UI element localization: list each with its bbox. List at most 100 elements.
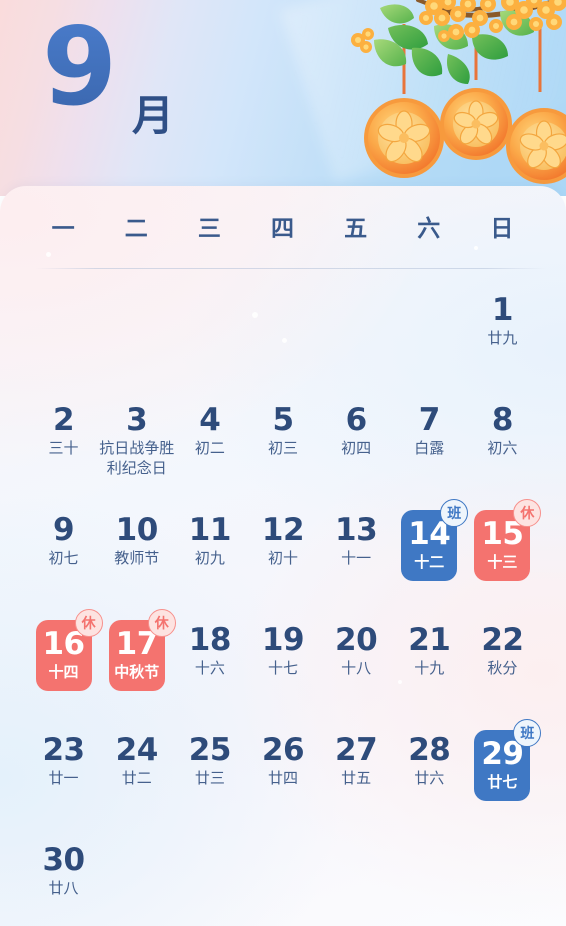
day-cell[interactable]: 3 抗日战争胜利纪念日 [99,392,174,502]
day-pill-14[interactable]: 14 十二班 [401,499,469,582]
day-lunar-label: 十四 [48,664,79,682]
day-number: 10 [115,512,159,548]
day-lunar-label: 初七 [48,550,79,568]
day-number: 2 [53,402,75,438]
weekday-label-4: 五 [344,215,369,241]
day-cell[interactable]: 11 初九 [173,502,246,612]
day-cell[interactable]: 19 十七 [246,612,319,722]
day-pill-29[interactable]: 29 廿七班 [474,719,542,802]
day-pill-8[interactable]: 8 初六 [474,400,530,463]
day-cell[interactable]: 1 廿九 [466,282,539,392]
day-cell[interactable]: 18 十六 [173,612,246,722]
day-cell[interactable]: 7 白露 [393,392,466,502]
day-pill-24[interactable]: 24 廿二 [109,730,165,793]
day-lunar-label: 教师节 [114,550,160,568]
day-lunar-label: 廿八 [48,880,79,898]
day-number: 3 [126,402,148,438]
weekday-label-6: 日 [490,215,515,241]
weekday-label-5: 六 [417,215,442,241]
day-cell[interactable]: 5 初三 [246,392,319,502]
day-lunar-label: 廿五 [341,770,372,788]
day-pill-17[interactable]: 17 中秋节休 [108,609,176,692]
day-number: 11 [188,512,232,548]
day-pill-22[interactable]: 22 秋分 [474,620,530,683]
day-pill-28[interactable]: 28 廿六 [401,730,457,793]
month-unit-label: 月 [132,92,175,139]
day-cell[interactable]: 8 初六 [466,392,539,502]
day-cell[interactable]: 14 十二班 [393,499,469,612]
day-lunar-label: 初三 [267,440,298,458]
rest-day-badge: 休 [147,609,176,637]
day-number: 8 [491,402,514,438]
work-day-badge: 班 [513,719,542,747]
day-cell[interactable]: 4 初二 [173,392,246,502]
day-pill-11[interactable]: 11 初九 [182,510,238,573]
header-divider [36,268,546,269]
day-cell[interactable]: 28 廿六 [393,722,466,832]
day-cell[interactable]: 24 廿二 [100,722,173,832]
day-cell[interactable]: 10 教师节 [100,502,173,612]
day-lunar-label: 初九 [194,550,225,568]
day-number: 23 [42,732,85,768]
day-pill-12[interactable]: 12 初十 [255,510,311,573]
day-cell[interactable]: 25 廿三 [173,722,246,832]
day-cell[interactable]: 16 十四休 [27,609,103,722]
work-day-badge: 班 [440,499,469,527]
day-lunar-label: 十八 [341,660,372,678]
day-lunar-label: 十一 [341,550,372,568]
day-lunar-label: 初四 [341,440,372,458]
day-lunar-label: 十七 [267,660,298,678]
day-pill-3[interactable]: 3 抗日战争胜利纪念日 [99,400,174,484]
day-cell[interactable]: 20 十八 [320,612,393,722]
day-pill-27[interactable]: 27 廿五 [328,730,384,793]
day-cell[interactable]: 21 十九 [393,612,466,722]
day-pill-10[interactable]: 10 教师节 [109,510,165,573]
day-pill-13[interactable]: 13 十一 [328,510,384,573]
weekday-header-row: 一二三四五六日 [0,186,566,266]
day-pill-19[interactable]: 19 十七 [255,620,311,683]
day-pill-16[interactable]: 16 十四休 [35,609,103,692]
weekday-label-3: 四 [270,215,295,241]
mooncake-osmanthus-icon [351,0,566,184]
day-pill-18[interactable]: 18 十六 [182,620,238,683]
day-pill-30[interactable]: 30 廿八 [36,840,92,903]
day-pill-5[interactable]: 5 初三 [255,400,311,463]
day-pill-26[interactable]: 26 廿四 [255,730,311,793]
day-lunar-label: 初六 [487,440,518,458]
day-cell[interactable]: 9 初七 [27,502,100,612]
day-number: 30 [42,842,85,878]
weekday-label-2: 三 [197,215,222,241]
day-number: 25 [188,732,232,768]
day-pill-23[interactable]: 23 廿一 [36,730,92,793]
day-cell[interactable]: 30 廿八 [27,832,100,926]
day-pill-25[interactable]: 25 廿三 [182,730,238,793]
day-number: 20 [335,622,378,658]
day-number: 5 [272,402,294,438]
day-cell[interactable]: 15 十三休 [466,499,542,612]
day-pill-6[interactable]: 6 初四 [328,400,384,463]
day-lunar-label: 初十 [267,550,298,568]
day-pill-7[interactable]: 7 白露 [401,400,457,463]
day-lunar-label: 初二 [194,440,225,458]
day-cell[interactable]: 29 廿七班 [466,719,542,832]
day-cell[interactable]: 13 十一 [320,502,393,612]
day-number: 12 [261,512,305,548]
calendar-card: 一 二 三 四 五 六 日 1 廿九 2 三十 3 抗日战争胜利纪念日 4 初二 5 初三 6 初四 7 白露 8 初六 9… [0,186,566,926]
day-cell[interactable]: 26 廿四 [246,722,319,832]
header-banner: 9 月 [0,0,566,196]
day-cell[interactable]: 17 中秋节休 [100,609,176,722]
day-pill-9[interactable]: 9 初七 [36,510,92,573]
day-cell[interactable]: 22 秋分 [466,612,539,722]
day-number: 19 [261,622,305,658]
day-cell[interactable]: 12 初十 [246,502,319,612]
day-pill-21[interactable]: 21 十九 [401,620,457,683]
day-pill-15[interactable]: 15 十三休 [474,499,542,582]
day-cell[interactable]: 2 三十 [27,392,100,502]
day-pill-4[interactable]: 4 初二 [182,400,238,463]
day-pill-1[interactable]: 1 廿九 [474,290,530,353]
day-cell[interactable]: 23 廿一 [27,722,100,832]
day-cell[interactable]: 27 廿五 [320,722,393,832]
day-pill-20[interactable]: 20 十八 [328,620,384,683]
day-cell[interactable]: 6 初四 [320,392,393,502]
day-pill-2[interactable]: 2 三十 [36,400,92,463]
